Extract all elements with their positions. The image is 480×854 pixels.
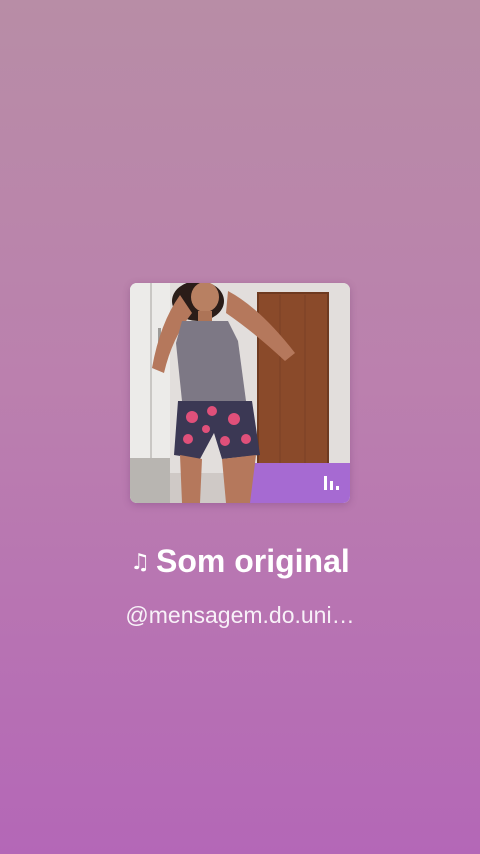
- audio-title: Som original: [155, 543, 350, 579]
- cover-image: [130, 283, 350, 503]
- audio-title-row[interactable]: ♫ Som original: [0, 543, 480, 580]
- audio-author-handle[interactable]: @mensagem.do.uni…: [0, 602, 480, 629]
- equalizer-bars-icon: [324, 476, 339, 490]
- audio-cover-thumbnail[interactable]: [130, 283, 350, 503]
- music-note-icon: ♫: [130, 550, 150, 575]
